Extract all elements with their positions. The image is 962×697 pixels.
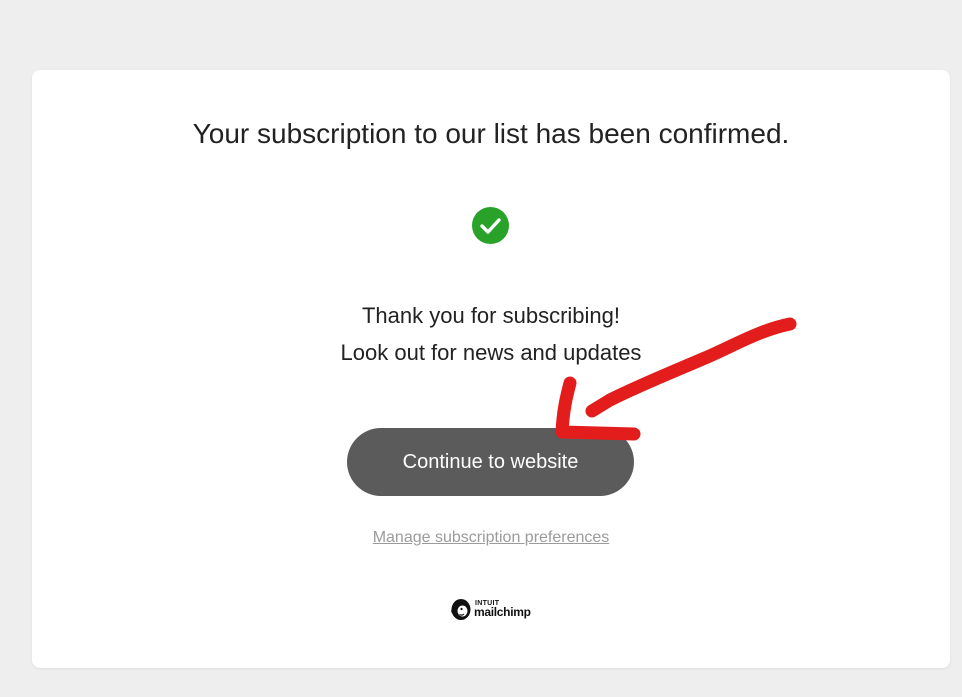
mailchimp-wordmark: mailchimp [474,605,531,619]
page-title: Your subscription to our list has been c… [192,118,790,149]
mailchimp-freddie-icon [451,599,471,620]
mailchimp-logo[interactable]: INTUIT mailchimp [450,598,540,622]
updates-message: Look out for news and updates [340,340,642,365]
confirmation-card: Your subscription to our list has been c… [32,70,950,668]
manage-subscription-preferences-link[interactable]: Manage subscription preferences [32,529,950,547]
thank-you-message: Thank you for subscribing! [361,303,621,328]
check-circle-icon [472,207,509,244]
continue-to-website-button[interactable]: Continue to website [347,428,634,496]
